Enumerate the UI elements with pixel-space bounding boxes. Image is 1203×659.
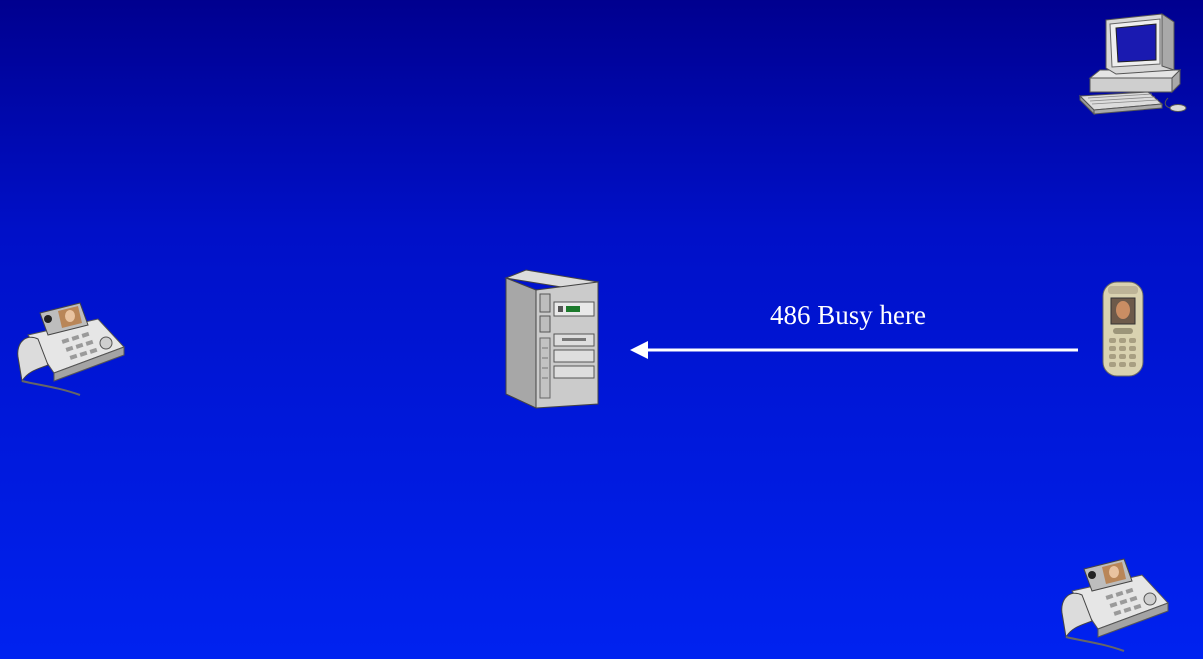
- desktop-computer-icon: [1076, 12, 1202, 116]
- message-arrow: [630, 341, 1078, 359]
- video-desk-phone-icon: [1052, 551, 1172, 659]
- video-desk-phone-icon: [8, 295, 128, 405]
- server-tower-icon: [500, 268, 602, 410]
- message-label: 486 Busy here: [770, 300, 926, 330]
- mobile-phone-icon: [1100, 280, 1146, 378]
